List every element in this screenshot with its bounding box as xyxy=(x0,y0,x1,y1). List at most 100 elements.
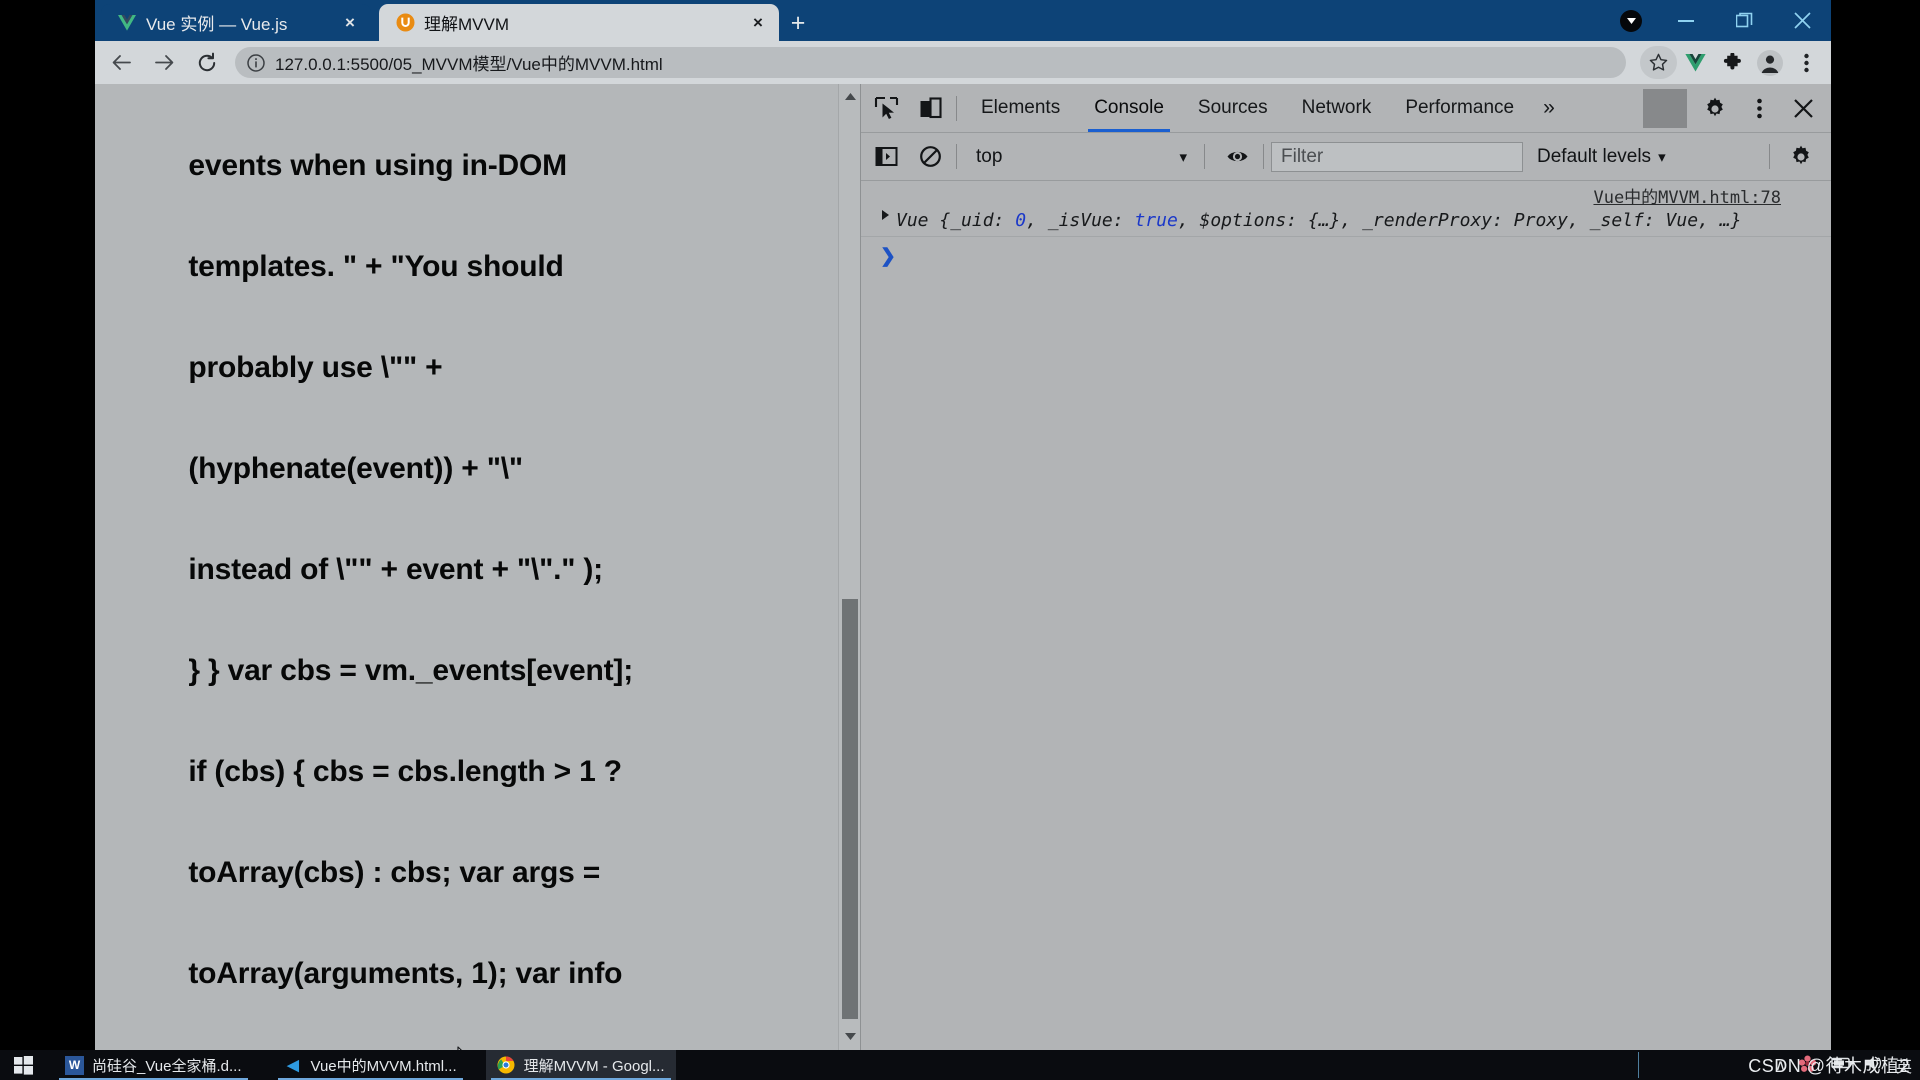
devtools-tab-elements[interactable]: Elements xyxy=(964,84,1077,132)
expand-triangle-icon[interactable] xyxy=(882,210,889,220)
watermark-divider xyxy=(1638,1052,1639,1078)
taskbar-item-chrome-label: 理解MVVM - Googl... xyxy=(523,1057,665,1075)
address-bar[interactable]: 127.0.0.1:5500/05_MVVM模型/Vue中的MVVM.html xyxy=(235,47,1626,78)
log-key-4: _self: xyxy=(1589,210,1666,231)
devtools-tab-performance-label: Performance xyxy=(1405,97,1515,118)
clear-console-icon[interactable] xyxy=(912,138,949,175)
console-prompt-row[interactable]: ❯ xyxy=(861,237,1831,271)
taskbar-item-chrome[interactable]: 理解MVVM - Googl... xyxy=(485,1050,676,1080)
bookmark-star-icon[interactable] xyxy=(1640,46,1677,79)
page-line-8: toArray(arguments, 1); var info xyxy=(188,956,623,990)
console-settings-group xyxy=(1762,138,1819,175)
extensions-puzzle-icon[interactable] xyxy=(1714,46,1751,79)
devtools-tab-console[interactable]: Console xyxy=(1077,84,1181,132)
vue-extension-icon[interactable] xyxy=(1677,46,1714,79)
inspect-element-icon[interactable] xyxy=(868,90,905,127)
browser-toolbar: 127.0.0.1:5500/05_MVVM模型/Vue中的MVVM.html xyxy=(95,41,1831,84)
window-controls xyxy=(1657,0,1831,41)
devtools-kebab-icon[interactable] xyxy=(1737,89,1781,128)
forward-button[interactable] xyxy=(147,46,181,80)
chevron-down-icon: ▾ xyxy=(1658,148,1666,166)
console-source-link[interactable]: Vue中的MVVM.html:78 xyxy=(1593,183,1781,208)
address-bar-url: 127.0.0.1:5500/05_MVVM模型/Vue中的MVVM.html xyxy=(275,55,663,74)
tab-search-button[interactable] xyxy=(1620,10,1642,32)
browser-tab-1[interactable]: 理解MVVM × xyxy=(379,4,779,41)
log-value-4: Vue xyxy=(1665,210,1699,231)
browser-tab-0-close-icon[interactable]: × xyxy=(339,12,361,34)
scroll-down-arrow-icon[interactable] xyxy=(839,1026,860,1046)
chrome-browser-window: Vue 实例 — Vue.js × 理解MVVM × + 127.0.0.1:5… xyxy=(95,0,1831,1050)
taskbar-item-word[interactable]: W 尚硅谷_Vue全家桶.d... xyxy=(54,1050,253,1080)
log-key-1: _isVue: xyxy=(1047,210,1135,231)
page-scrollbar[interactable] xyxy=(838,84,860,1050)
log-value-0: 0 xyxy=(1015,210,1027,231)
page-scrollbar-thumb[interactable] xyxy=(842,599,858,1019)
devtools-close-icon[interactable] xyxy=(1781,89,1825,128)
devtools-tab-performance[interactable]: Performance xyxy=(1388,84,1531,132)
log-sep-4: , xyxy=(1698,210,1720,231)
taskbar-item-vscode[interactable]: ◀ Vue中的MVVM.html... xyxy=(273,1050,468,1080)
screen-right-letterbox xyxy=(1906,0,1920,1050)
scroll-up-arrow-icon[interactable] xyxy=(839,86,860,106)
console-log-row[interactable]: Vue中的MVVM.html:78 Vue {_uid: 0, _isVue: … xyxy=(861,181,1831,237)
taskbar-item-word-label: 尚硅谷_Vue全家桶.d... xyxy=(92,1057,242,1075)
windows-start-icon[interactable] xyxy=(0,1050,46,1080)
taskbar-item-vscode-label: Vue中的MVVM.html... xyxy=(310,1057,457,1075)
console-filter-bar: top ▾ Filter Default levels ▾ xyxy=(861,133,1831,181)
vscode-icon: ◀ xyxy=(287,1057,299,1074)
devtools-tab-network-label: Network xyxy=(1301,97,1372,118)
maximize-button[interactable] xyxy=(1715,0,1773,41)
browser-tab-1-title: 理解MVVM xyxy=(424,15,509,34)
device-toolbar-icon[interactable] xyxy=(912,90,949,127)
filterbar-divider-1 xyxy=(956,144,957,169)
page-line-2: probably use \"" + xyxy=(188,350,443,384)
gear-icon[interactable] xyxy=(1693,89,1737,128)
filterbar-divider-4 xyxy=(1769,144,1770,169)
console-filter-placeholder: Filter xyxy=(1281,145,1324,167)
profile-avatar-icon[interactable] xyxy=(1751,46,1788,79)
devtools-tab-sources[interactable]: Sources xyxy=(1181,84,1285,132)
console-levels-dropdown[interactable]: Default levels ▾ xyxy=(1537,146,1666,168)
devtools-tab-network[interactable]: Network xyxy=(1285,84,1389,132)
log-prefix: Vue { xyxy=(896,210,951,231)
live-expression-eye-icon[interactable] xyxy=(1219,138,1256,175)
minimize-button[interactable] xyxy=(1657,0,1715,41)
page-line-4: instead of \"" + event + "\"." ); xyxy=(188,552,603,586)
log-sep-0: , xyxy=(1026,210,1048,231)
reload-button[interactable] xyxy=(190,46,224,80)
back-button[interactable] xyxy=(104,46,138,80)
chrome-menu-icon[interactable] xyxy=(1788,46,1825,79)
devtools-more-tabs-icon[interactable]: » xyxy=(1531,84,1567,132)
csdn-watermark: CSDN @待木成植2 xyxy=(1748,1050,1910,1080)
log-value-5: … xyxy=(1719,210,1731,231)
log-value-3: Proxy xyxy=(1513,210,1568,231)
log-sep-3: , xyxy=(1567,210,1590,231)
vue-logo-icon xyxy=(117,13,137,33)
toolbar-divider xyxy=(956,95,957,121)
browser-tab-0[interactable]: Vue 实例 — Vue.js × xyxy=(101,4,371,41)
close-window-button[interactable] xyxy=(1773,0,1831,41)
browser-tab-1-close-icon[interactable]: × xyxy=(747,12,769,34)
viewport: events when using in-DOM templates. " + … xyxy=(95,84,1831,1050)
console-context-selector[interactable]: top ▾ xyxy=(972,143,1197,171)
web-page-content: events when using in-DOM templates. " + … xyxy=(95,84,860,1050)
new-tab-button[interactable]: + xyxy=(783,8,813,38)
console-filter-input[interactable]: Filter xyxy=(1271,141,1523,172)
console-output[interactable]: Vue中的MVVM.html:78 Vue {_uid: 0, _isVue: … xyxy=(861,181,1831,1050)
word-icon: W xyxy=(65,1055,84,1075)
site-info-icon[interactable] xyxy=(247,53,265,72)
browser-tab-0-title: Vue 实例 — Vue.js xyxy=(146,15,288,34)
page-line-6: if (cbs) { cbs = cbs.length > 1 ? xyxy=(188,754,622,788)
log-value-1: true xyxy=(1134,210,1178,231)
chrome-icon xyxy=(497,1056,516,1075)
console-context-value: top xyxy=(976,145,1003,167)
console-sidebar-icon[interactable] xyxy=(868,138,905,175)
page-body-text: events when using in-DOM templates. " + … xyxy=(107,90,832,1050)
log-suffix: } xyxy=(1730,210,1742,231)
devtools-tab-elements-label: Elements xyxy=(981,97,1061,118)
console-settings-gear-icon[interactable] xyxy=(1782,138,1819,175)
log-key-2: $options: xyxy=(1199,210,1308,231)
orange-circle-icon xyxy=(395,13,415,33)
console-levels-label: Default levels xyxy=(1537,145,1652,167)
log-value-2: {…} xyxy=(1307,210,1341,231)
